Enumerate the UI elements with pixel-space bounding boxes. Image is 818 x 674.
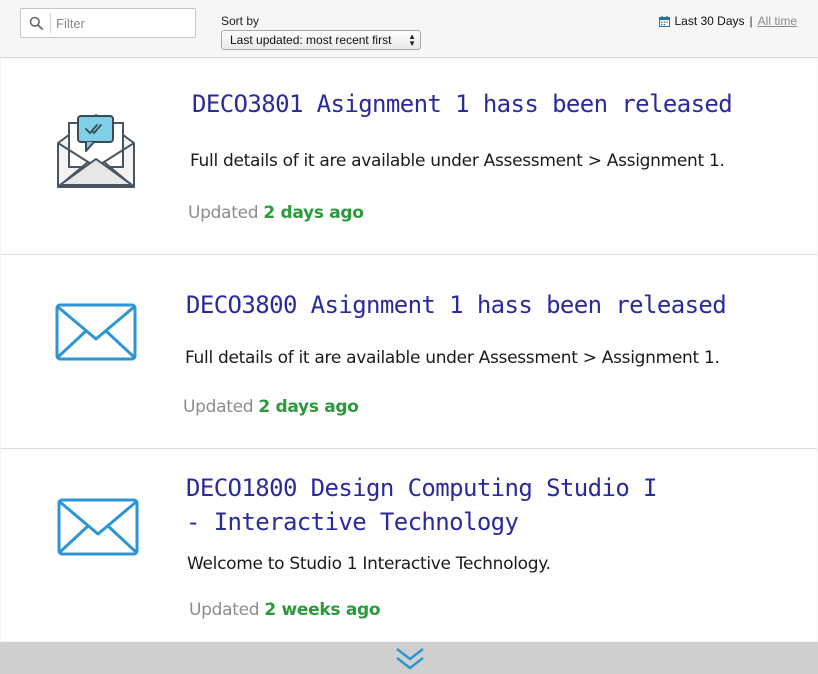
select-arrows-icon: ▲ ▼ [408,32,416,48]
updated-ago: 2 weeks ago [264,600,381,620]
date-range: Last 30 Days | All time [659,14,797,28]
updated-label: Updated [188,203,259,223]
filter-input[interactable] [56,12,191,34]
notification-body: Welcome to Studio 1 Interactive Technolo… [187,554,551,574]
range-separator: | [749,14,753,28]
load-more-bar[interactable] [0,642,818,674]
notification-title[interactable]: DECO3801 Asignment 1 hass been released [192,87,733,121]
notification-title[interactable]: DECO1800 Design Computing Studio I - Int… [186,471,657,539]
notification-updated: Updated 2 weeks ago [189,600,381,620]
notification-title[interactable]: DECO3800 Asignment 1 hass been released [186,288,727,322]
sort-selected-value: Last updated: most recent first [230,33,392,47]
calendar-icon [659,15,671,27]
open-envelope-message-icon [57,114,135,188]
notification-item[interactable]: DECO1800 Design Computing Studio I - Int… [1,449,817,641]
sort-label: Sort by [221,14,260,28]
notification-updated: Updated 2 days ago [183,397,359,417]
notification-item[interactable]: DECO3801 Asignment 1 hass been released … [1,59,817,255]
search-icon [29,16,43,30]
envelope-icon [57,498,139,556]
filter-divider [50,13,51,33]
notification-body: Full details of it are available under A… [190,151,725,171]
notification-updated: Updated 2 days ago [188,203,364,223]
toolbar: Sort by Last updated: most recent first … [0,0,818,58]
notification-body: Full details of it are available under A… [185,348,720,368]
envelope-icon [55,303,137,361]
sort-select[interactable]: Last updated: most recent first ▲ ▼ [221,30,421,50]
range-all-time-link[interactable]: All time [758,14,797,28]
updated-label: Updated [189,600,260,620]
updated-ago: 2 days ago [263,203,364,223]
notification-item[interactable]: DECO3800 Asignment 1 hass been released … [1,255,817,449]
filter-field[interactable] [20,8,196,38]
updated-ago: 2 days ago [258,397,359,417]
updated-label: Updated [183,397,254,417]
double-chevron-down-icon[interactable] [395,646,425,672]
range-last-30-days[interactable]: Last 30 Days [674,14,744,28]
